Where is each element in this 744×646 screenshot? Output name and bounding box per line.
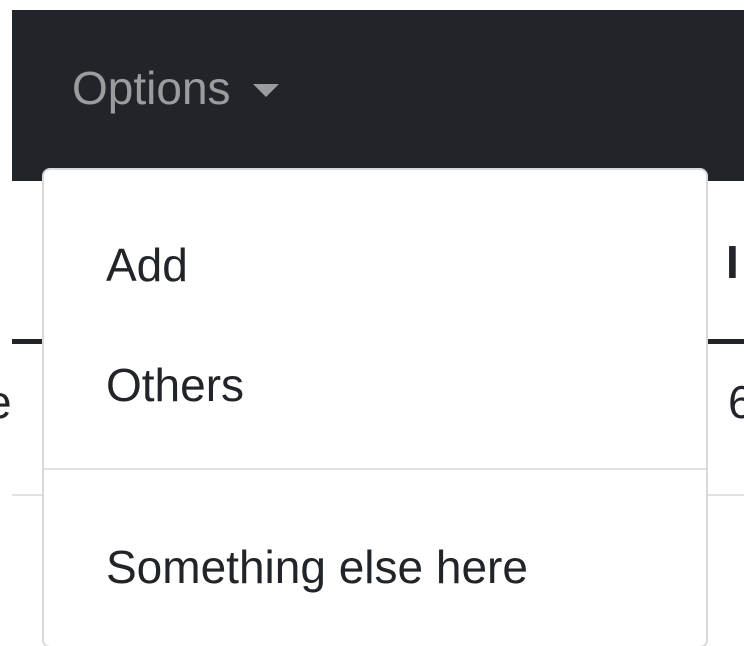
- options-toggle-label: Options: [72, 62, 231, 114]
- navbar: Options: [0, 0, 744, 181]
- caret-down-icon: [252, 83, 279, 97]
- dropdown-item-others[interactable]: Others: [44, 330, 706, 440]
- options-dropdown-toggle[interactable]: Options: [72, 58, 279, 118]
- dropdown-item-add[interactable]: Add: [44, 210, 706, 320]
- page: Options e I 6 Add Others Something else …: [0, 0, 744, 646]
- options-dropdown-menu: Add Others Something else here: [42, 168, 708, 646]
- table-cell-fragment-left: e: [0, 372, 12, 432]
- dropdown-divider: [44, 468, 706, 470]
- table-cell-fragment-right: 6: [728, 376, 744, 428]
- table-header-fragment-right: I: [726, 236, 739, 288]
- dropdown-item-something-else[interactable]: Something else here: [44, 512, 706, 622]
